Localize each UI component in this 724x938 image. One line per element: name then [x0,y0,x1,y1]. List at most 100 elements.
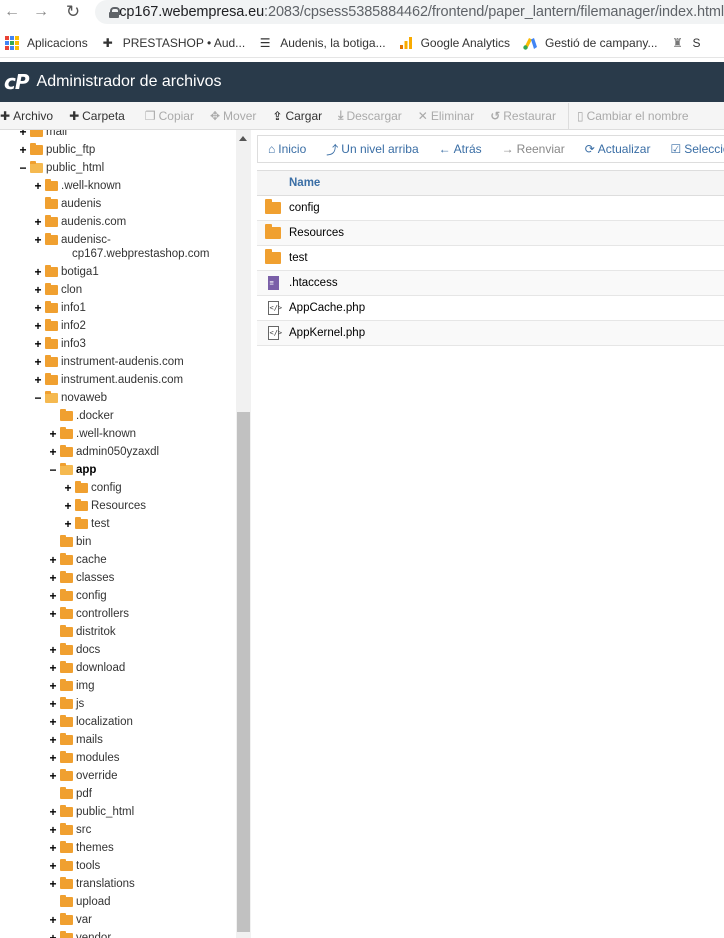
tree-item[interactable]: − public_html [18,159,104,177]
expand-icon[interactable]: + [63,517,73,531]
back-button[interactable]: ← Atrás [429,136,492,162]
expand-icon[interactable]: + [33,265,43,279]
bookmark-apps[interactable]: Aplicacions [0,28,96,58]
table-row[interactable]: Resources [257,221,724,246]
expand-icon[interactable]: + [33,355,43,369]
expand-icon[interactable]: + [48,841,58,855]
expand-icon[interactable]: + [48,859,58,873]
table-row[interactable]: ≡ .htaccess [257,271,724,296]
bookmark-other[interactable]: ♜ S [665,28,708,58]
tree-item[interactable]: + themes [48,839,114,857]
move-button[interactable]: ✥ Mover [210,102,264,129]
table-row[interactable]: </> AppCache.php [257,296,724,321]
expand-icon[interactable]: + [48,643,58,657]
up-one-level-button[interactable]: ⤴ Un nivel arriba [316,136,428,162]
new-folder-button[interactable]: ✚ Carpeta [69,102,133,129]
tree-item[interactable]: + mail [18,130,67,141]
expand-icon[interactable]: + [48,769,58,783]
expand-icon[interactable]: + [18,143,28,157]
tree-scrollbar[interactable] [236,130,251,938]
restore-button[interactable]: ↺ Restaurar [490,102,564,129]
tree-item[interactable]: + cache [48,551,107,569]
tree-item[interactable]: + mails [48,731,103,749]
expand-icon[interactable]: + [48,733,58,747]
tree-item[interactable]: + controllers [48,605,129,623]
reload-icon[interactable]: ↻ [63,2,83,22]
tree-item[interactable]: + src [48,821,91,839]
tree-item[interactable]: + classes [48,569,114,587]
name-column-header[interactable]: Name [289,177,320,189]
expand-icon[interactable]: + [48,607,58,621]
expand-icon[interactable]: + [48,697,58,711]
expand-icon[interactable]: + [48,823,58,837]
tree-item[interactable]: − novaweb [33,389,107,407]
expand-icon[interactable]: + [48,751,58,765]
tree-item[interactable]: + localization [48,713,133,731]
table-row[interactable]: config [257,196,724,221]
tree-item[interactable]: + var [48,911,92,929]
tree-item[interactable]: + modules [48,749,119,767]
tree-item[interactable]: + instrument.audenis.com [33,371,183,389]
expand-icon[interactable]: + [48,589,58,603]
tree-item[interactable]: − app [48,461,96,479]
tree-item[interactable]: + translations [48,875,135,893]
scroll-thumb[interactable] [237,412,250,932]
delete-button[interactable]: ✕ Eliminar [418,102,482,129]
copy-button[interactable]: ❐ Copiar [145,102,202,129]
expand-icon[interactable]: + [33,337,43,351]
cpanel-logo[interactable]: cP [4,70,29,94]
refresh-button[interactable]: ⟳ Actualizar [575,136,661,162]
tree-item[interactable]: + info2 [33,317,86,335]
tree-item[interactable]: + .well-known [48,425,136,443]
tree-item[interactable]: + public_ftp [18,141,95,159]
bookmark-audenis[interactable]: ☰ Audenis, la botiga... [253,28,393,58]
expand-icon[interactable]: + [63,499,73,513]
tree-item[interactable]: + .well-known [33,177,121,195]
expand-icon[interactable]: + [18,130,28,139]
tree-item[interactable]: bin [48,533,91,551]
download-button[interactable]: ⤓ Descargar [338,102,410,129]
scroll-up-arrow-icon[interactable] [239,136,247,141]
expand-icon[interactable]: + [33,215,43,229]
tree-item[interactable]: + override [48,767,118,785]
expand-icon[interactable]: + [48,913,58,927]
tree-item[interactable]: + info3 [33,335,86,353]
bookmark-google-ads[interactable]: Gestió de campany... [518,28,666,58]
tree-item[interactable]: + img [48,677,95,695]
expand-icon[interactable]: + [48,679,58,693]
tree-item[interactable]: + botiga1 [33,263,99,281]
tree-item[interactable]: + test [63,515,110,533]
tree-item[interactable]: + vendor [48,929,111,938]
collapse-icon[interactable]: − [18,161,28,175]
select-all-button[interactable]: ☑Seleccionar [660,136,724,162]
collapse-icon[interactable]: − [48,463,58,477]
expand-icon[interactable]: + [48,427,58,441]
tree-item[interactable]: + audenis.com [33,213,126,231]
bookmark-prestashop[interactable]: ✚ PRESTASHOP • Aud... [96,28,253,58]
expand-icon[interactable]: + [63,481,73,495]
home-button[interactable]: ⌂ Inicio [258,136,316,162]
forward-button[interactable]: → Reenviar [492,136,575,162]
expand-icon[interactable]: + [33,301,43,315]
tree-item[interactable]: cp167.webprestashop.com [72,245,209,263]
expand-icon[interactable]: + [48,715,58,729]
expand-icon[interactable]: + [48,877,58,891]
expand-icon[interactable]: + [48,661,58,675]
tree-item[interactable]: .docker [48,407,114,425]
tree-item[interactable]: distritok [48,623,116,641]
tree-item[interactable]: + info1 [33,299,86,317]
upload-button[interactable]: ⇪ Cargar [272,102,330,129]
tree-item[interactable]: + config [48,587,107,605]
tree-item[interactable]: + js [48,695,84,713]
expand-icon[interactable]: + [33,233,43,247]
tree-item[interactable]: upload [48,893,111,911]
expand-icon[interactable]: + [33,373,43,387]
back-arrow-icon[interactable]: ← [2,2,22,22]
expand-icon[interactable]: + [33,179,43,193]
expand-icon[interactable]: + [48,553,58,567]
expand-icon[interactable]: + [48,445,58,459]
tree-item[interactable]: audenis [33,195,101,213]
table-row[interactable]: </> AppKernel.php [257,321,724,346]
tree-item[interactable]: + clon [33,281,82,299]
tree-item[interactable]: + Resources [63,497,146,515]
